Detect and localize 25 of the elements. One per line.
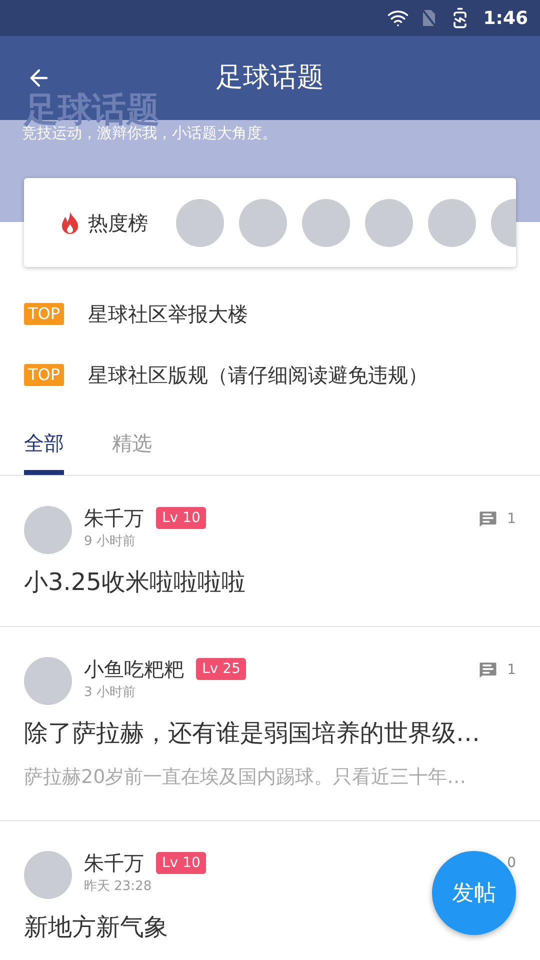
hero-title: 足球话题	[24, 93, 160, 127]
level-badge: Lv 10	[156, 852, 206, 874]
post-title[interactable]: 除了萨拉赫，还有谁是弱国培养的世界级…	[24, 717, 480, 749]
post-excerpt: 萨拉赫20岁前一直在埃及国内踢球。只看近三十年…	[24, 765, 468, 790]
comment-count: 0	[507, 854, 516, 873]
top-badge: TOP	[24, 303, 64, 325]
post-time: 9 小时前	[84, 533, 136, 551]
author-name: 小鱼吃粑粑	[84, 657, 184, 681]
post-time: 3 小时前	[84, 684, 136, 702]
post-title[interactable]: 新地方新气象	[24, 910, 168, 942]
pinned-post-title[interactable]: 星球社区版规（请仔细阅读避免违规）	[88, 360, 428, 390]
pinned-post-title[interactable]: 星球社区举报大楼	[88, 299, 248, 329]
comment-count: 1	[507, 510, 516, 528]
hot-list-label[interactable]: 热度榜	[88, 208, 148, 238]
level-badge: Lv 10	[156, 507, 206, 529]
app-bar-title: 足球话题	[216, 60, 324, 95]
post-title[interactable]: 小3.25收米啦啦啦啦	[24, 566, 246, 598]
top-badge: TOP	[24, 364, 64, 386]
clock: 1:46	[483, 6, 528, 30]
post-time: 昨天 23:28	[84, 878, 153, 896]
comment-count: 1	[507, 660, 516, 680]
tab[interactable]: 全部	[24, 428, 64, 475]
level-badge: Lv 25	[196, 658, 246, 680]
author-name: 朱千万	[84, 506, 144, 530]
author-name: 朱千万	[84, 850, 144, 874]
